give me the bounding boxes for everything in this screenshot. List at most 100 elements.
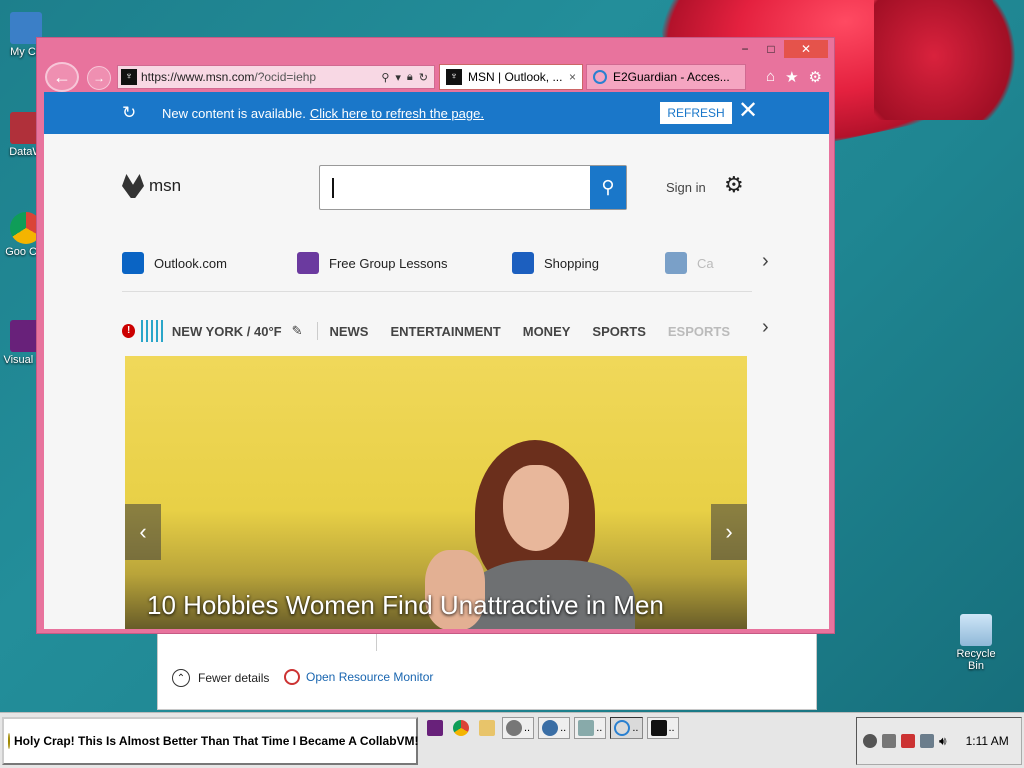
settings-gear-icon[interactable]: ⚙ xyxy=(724,172,744,198)
internet-explorer-window: − □ ✕ ← → ♆ https://www.msn.com/?ocid=ie… xyxy=(36,37,835,634)
category-esports[interactable]: ESPORTS xyxy=(668,324,730,339)
open-resource-monitor-label: Open Resource Monitor xyxy=(306,670,434,684)
url-rest: /?ocid=iehp xyxy=(254,70,317,84)
refresh-notification-bar: ↻ New content is available. Click here to… xyxy=(44,92,829,134)
volume-icon[interactable]: 🔊︎ xyxy=(939,734,947,749)
taskbar-item-label: .. xyxy=(668,722,675,734)
notification-text: New content is available. Click here to r… xyxy=(162,106,484,121)
stop-icon[interactable] xyxy=(882,734,896,748)
hero-title[interactable]: 10 Hobbies Women Find Unattractive in Me… xyxy=(147,590,664,621)
maximize-button[interactable]: □ xyxy=(758,40,784,58)
refresh-icon: ↻ xyxy=(122,103,137,122)
tray-app-icon[interactable] xyxy=(863,734,877,748)
msn-favicon-icon: ♆ xyxy=(446,69,462,85)
taskbar-item-internet-explorer[interactable]: .. xyxy=(610,717,643,739)
carousel-prev-button[interactable]: ‹ xyxy=(125,504,161,560)
quick-link-label: Shopping xyxy=(544,255,599,271)
gear-icon[interactable]: ⚙ xyxy=(809,68,822,86)
taskbar: Holy Crap! This Is Almost Better Than Th… xyxy=(0,712,1024,768)
chevron-right-icon[interactable]: › xyxy=(762,316,769,339)
tab-label: MSN | Outlook, ... xyxy=(468,70,563,84)
weather-alert-icon[interactable]: ! xyxy=(122,324,136,338)
category-entertainment[interactable]: ENTERTAINMENT xyxy=(390,324,500,339)
arrow-right-icon: → xyxy=(93,71,105,85)
search-button[interactable]: ⚲ xyxy=(590,166,626,209)
chevron-up-icon: ⌃ xyxy=(172,669,190,687)
refresh-page-link[interactable]: Click here to refresh the page. xyxy=(310,106,484,121)
address-url[interactable]: https://www.msn.com/?ocid=iehp xyxy=(141,70,381,84)
fewer-details-button[interactable]: ⌃ Fewer details xyxy=(172,669,269,687)
quick-link-free-group-lessons[interactable]: Free Group Lessons xyxy=(297,252,448,274)
taskbar-item[interactable]: .. xyxy=(574,717,607,739)
tab-msn[interactable]: ♆ MSN | Outlook, ... × xyxy=(439,64,583,90)
security-alert-icon[interactable] xyxy=(901,734,915,748)
navigation-bar: ← → ♆ https://www.msn.com/?ocid=iehp ⚲ ▾… xyxy=(45,62,826,92)
desktop-icon-recycle-bin[interactable]: Recycle Bin xyxy=(948,614,1004,672)
minimize-button[interactable]: − xyxy=(732,40,758,58)
msn-logo[interactable]: msn xyxy=(122,174,181,198)
quick-link-cars[interactable]: Ca xyxy=(665,252,714,274)
forward-button[interactable]: → xyxy=(87,66,111,90)
weather-location[interactable]: NEW YORK / 40°F xyxy=(172,324,282,339)
taskbar-item-label: .. xyxy=(560,722,567,734)
quick-link-label: Outlook.com xyxy=(154,255,227,271)
hero-story[interactable]: ‹ › 10 Hobbies Women Find Unattractive i… xyxy=(125,356,747,629)
search-icon: ⚲ xyxy=(601,177,615,197)
taskbar-chrome[interactable] xyxy=(450,717,472,739)
taskbar-item[interactable]: .. xyxy=(538,717,571,739)
open-resource-monitor-link[interactable]: Open Resource Monitor xyxy=(284,669,433,685)
quick-links-bar: Outlook.com Free Group Lessons Shopping … xyxy=(122,252,752,292)
start-button[interactable]: Holy Crap! This Is Almost Better Than Th… xyxy=(2,717,419,765)
search-icon[interactable]: ⚲ xyxy=(381,71,389,84)
search-box[interactable]: ⚲ xyxy=(319,165,627,210)
home-icon[interactable]: ⌂ xyxy=(766,68,775,86)
star-icon[interactable]: ★ xyxy=(785,68,798,86)
close-icon[interactable]: ✕ xyxy=(738,98,758,124)
edit-pencil-icon[interactable]: ✎ xyxy=(292,323,303,339)
taskbar-item-console[interactable]: .. xyxy=(646,717,679,739)
page-viewport: ↻ New content is available. Click here to… xyxy=(44,92,829,629)
chevron-right-icon: › xyxy=(725,519,733,544)
quick-link-outlook[interactable]: Outlook.com xyxy=(122,252,227,274)
taskbar-item-label: .. xyxy=(596,722,603,734)
taskbar-explorer[interactable] xyxy=(476,717,498,739)
globe-icon xyxy=(542,720,559,736)
tab-label: E2Guardian - Acces... xyxy=(613,70,730,84)
taskbar-item[interactable]: .. xyxy=(502,717,535,739)
refresh-button[interactable]: REFRESH xyxy=(660,102,732,124)
network-icon[interactable] xyxy=(920,734,934,748)
tab-close-icon[interactable]: × xyxy=(569,70,576,84)
refresh-icon[interactable]: ↻ xyxy=(419,71,428,84)
smiley-icon xyxy=(8,733,10,749)
app-icon xyxy=(506,720,522,736)
carousel-next-button[interactable]: › xyxy=(711,504,747,560)
quick-link-label: Ca xyxy=(697,255,714,271)
msn-logo-text: msn xyxy=(149,176,182,195)
divider xyxy=(376,631,377,651)
close-button[interactable]: ✕ xyxy=(784,40,828,58)
back-button[interactable]: ← xyxy=(45,62,79,92)
resource-monitor-icon xyxy=(284,669,300,685)
dropdown-icon[interactable]: ▾ xyxy=(395,71,401,84)
taskbar-item-label: .. xyxy=(524,722,531,734)
category-news[interactable]: NEWS xyxy=(329,324,368,339)
browser-tools: ⌂ ★ ⚙ xyxy=(766,68,822,86)
category-sports[interactable]: SPORTS xyxy=(592,324,645,339)
taskbar-visual-studio[interactable] xyxy=(424,717,446,739)
car-icon xyxy=(665,252,687,274)
chevron-right-icon[interactable]: › xyxy=(762,250,769,273)
chevron-left-icon: ‹ xyxy=(139,519,147,544)
address-bar[interactable]: ♆ https://www.msn.com/?ocid=iehp ⚲ ▾ 🔒︎ … xyxy=(117,65,435,89)
msn-butterfly-icon xyxy=(122,174,144,198)
chrome-icon xyxy=(453,720,469,736)
tab-e2guardian[interactable]: E2Guardian - Acces... xyxy=(586,64,746,90)
shopping-cart-icon xyxy=(512,252,534,274)
start-message: Holy Crap! This Is Almost Better Than Th… xyxy=(14,734,419,748)
category-money[interactable]: MONEY xyxy=(523,324,571,339)
lock-icon[interactable]: 🔒︎ xyxy=(407,71,413,84)
quick-link-shopping[interactable]: Shopping xyxy=(512,252,599,274)
address-tools: ⚲ ▾ 🔒︎ ↻ xyxy=(381,71,434,84)
sign-in-link[interactable]: Sign in xyxy=(666,180,706,195)
taskbar-items: .. .. .. .. .. xyxy=(424,717,679,739)
clock[interactable]: 1:11 AM xyxy=(966,734,1009,748)
